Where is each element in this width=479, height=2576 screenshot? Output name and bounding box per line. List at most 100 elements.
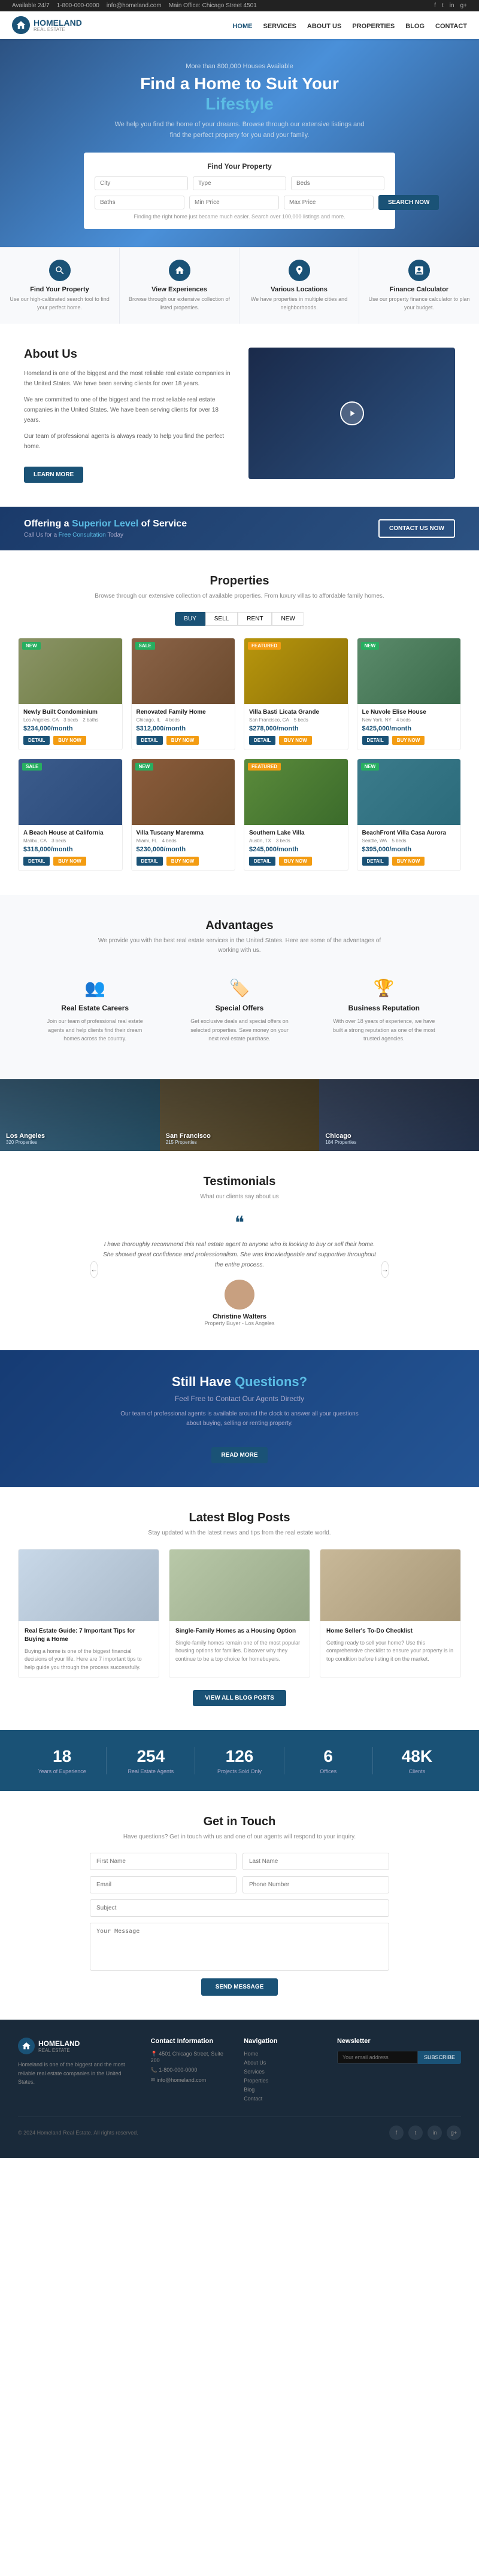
footer-nav-home[interactable]: Home	[244, 2051, 258, 2057]
search-baths-input[interactable]	[95, 196, 184, 209]
view-all-posts-button[interactable]: VIEW ALL BLOG POSTS	[193, 1690, 286, 1706]
property-detail-button-6[interactable]: DETAIL	[137, 857, 163, 866]
footer-nav-title: Navigation	[244, 2038, 323, 2045]
search-minprice-input[interactable]	[189, 196, 279, 209]
property-detail-button-2[interactable]: DETAIL	[137, 736, 163, 745]
stat-num-1: 18	[18, 1747, 106, 1766]
adv-title-2: Special Offers	[186, 1004, 292, 1012]
message-textarea[interactable]	[90, 1923, 389, 1971]
stat-num-2: 254	[107, 1747, 195, 1766]
last-name-input[interactable]	[242, 1853, 389, 1870]
first-name-input[interactable]	[90, 1853, 237, 1870]
property-buy-button-6[interactable]: BUY NOW	[166, 857, 199, 866]
footer-nav-contact[interactable]: Contact	[244, 2096, 262, 2102]
footer-googleplus[interactable]: g+	[447, 2126, 461, 2140]
footer-facebook[interactable]: f	[389, 2126, 404, 2140]
tab-rent[interactable]: RENT	[238, 612, 272, 626]
adv-title-1: Real Estate Careers	[42, 1004, 148, 1012]
contact-submit-button[interactable]: SEND MESSAGE	[201, 1978, 278, 1996]
property-buy-button-5[interactable]: BUY NOW	[53, 857, 86, 866]
property-detail-button-4[interactable]: DETAIL	[362, 736, 389, 745]
city-count-2: 215 Properties	[166, 1140, 211, 1145]
testimonial-prev-button[interactable]: ←	[90, 1261, 98, 1278]
property-name-6: Villa Tuscany Maremma	[137, 830, 231, 836]
footer-linkedin[interactable]: in	[428, 2126, 442, 2140]
search-city-input[interactable]	[95, 176, 188, 190]
stat-label-1: Years of Experience	[18, 1768, 106, 1774]
newsletter-email-input[interactable]	[337, 2051, 418, 2064]
property-price-4: $425,000/month	[362, 725, 456, 732]
property-price-1: $234,000/month	[23, 725, 117, 732]
cta-read-more-button[interactable]: READ MORE	[211, 1447, 267, 1463]
search-row-2: SEARCH NOW	[95, 195, 384, 210]
newsletter-subscribe-button[interactable]: SUBSCRIBE	[418, 2051, 461, 2064]
search-maxprice-input[interactable]	[284, 196, 374, 209]
nav-blog[interactable]: Blog	[405, 23, 425, 30]
nav-home[interactable]: Home	[232, 23, 252, 30]
property-detail-button-5[interactable]: DETAIL	[23, 857, 50, 866]
tab-new[interactable]: NEW	[272, 612, 304, 626]
nav-services[interactable]: Services	[263, 23, 296, 30]
property-detail-button-3[interactable]: DETAIL	[249, 736, 275, 745]
phone-input[interactable]	[242, 1876, 389, 1893]
footer-bottom: © 2024 Homeland Real Estate. All rights …	[18, 2117, 461, 2140]
property-buy-button-7[interactable]: BUY NOW	[279, 857, 312, 866]
social-facebook[interactable]: f	[434, 2, 436, 9]
property-info-4: Le Nuvole Elise House New York, NY 4 bed…	[357, 704, 461, 750]
about-learn-more-button[interactable]: LEARN MORE	[24, 467, 83, 483]
footer-nav-list: Home About Us Services Properties Blog C…	[244, 2051, 323, 2102]
city-chicago[interactable]: Chicago 184 Properties	[319, 1079, 479, 1151]
property-buy-button-2[interactable]: BUY NOW	[166, 736, 199, 745]
footer-social-links: f t in g+	[389, 2126, 461, 2140]
search-beds-input[interactable]	[291, 176, 384, 190]
about-image	[248, 348, 455, 483]
city-los-angeles[interactable]: Los Angeles 320 Properties	[0, 1079, 160, 1151]
nav-contact[interactable]: Contact	[435, 23, 467, 30]
social-linkedin[interactable]: in	[450, 2, 454, 9]
social-twitter[interactable]: t	[442, 2, 444, 9]
email-input[interactable]	[90, 1876, 237, 1893]
stat-label-4: Offices	[284, 1768, 372, 1774]
footer-nav-blog[interactable]: Blog	[244, 2087, 254, 2093]
about-video-preview[interactable]	[248, 348, 455, 479]
finance-calculator-icon	[408, 260, 430, 281]
city-san-francisco[interactable]: San Francisco 215 Properties	[160, 1079, 320, 1151]
nav-about[interactable]: About Us	[307, 23, 341, 30]
blog-body-1: Real Estate Guide: 7 Important Tips for …	[19, 1621, 159, 1678]
testimonial-next-button[interactable]: →	[381, 1261, 389, 1278]
banner-contact-button[interactable]: CONTACT US NOW	[378, 519, 455, 538]
footer-nav-properties[interactable]: Properties	[244, 2078, 268, 2084]
property-buy-button-8[interactable]: BUY NOW	[392, 857, 425, 866]
subject-input[interactable]	[90, 1899, 389, 1917]
search-button[interactable]: SEARCH NOW	[378, 195, 439, 210]
nav-properties[interactable]: Properties	[352, 23, 395, 30]
property-buy-button-3[interactable]: BUY NOW	[279, 736, 312, 745]
property-buy-button-4[interactable]: BUY NOW	[392, 736, 425, 745]
property-badge-4: NEW	[361, 642, 380, 650]
property-badge-6: NEW	[135, 763, 154, 771]
search-type-input[interactable]	[193, 176, 286, 190]
footer-nav-about[interactable]: About Us	[244, 2060, 266, 2066]
property-detail-button-7[interactable]: DETAIL	[249, 857, 275, 866]
footer-email: ✉ info@homeland.com	[151, 2077, 230, 2084]
property-price-5: $318,000/month	[23, 846, 117, 853]
footer-nav-services[interactable]: Services	[244, 2069, 265, 2075]
property-info-7: Southern Lake Villa Austin, TX 3 beds $2…	[244, 825, 348, 870]
tab-sell[interactable]: SELL	[205, 612, 238, 626]
banner-title: Offering a Superior Level of Service	[24, 519, 187, 529]
testimonial-author: Christine Walters Property Buyer - Los A…	[98, 1280, 380, 1326]
stat-offices: 6 Offices	[284, 1747, 373, 1774]
property-buy-button-1[interactable]: BUY NOW	[53, 736, 86, 745]
stat-num-4: 6	[284, 1747, 372, 1766]
tab-buy[interactable]: BUY	[175, 612, 205, 626]
property-actions-7: DETAIL BUY NOW	[249, 857, 343, 866]
play-button[interactable]	[340, 401, 364, 425]
contact-row	[90, 1876, 389, 1893]
footer-twitter[interactable]: t	[408, 2126, 423, 2140]
footer-phone: 📞 1-800-000-0000	[151, 2067, 230, 2073]
social-googleplus[interactable]: g+	[460, 2, 467, 9]
property-name-3: Villa Basti Licata Grande	[249, 709, 343, 715]
property-detail-button-1[interactable]: DETAIL	[23, 736, 50, 745]
property-info-5: A Beach House at California Malibu, CA 3…	[19, 825, 122, 870]
property-detail-button-8[interactable]: DETAIL	[362, 857, 389, 866]
